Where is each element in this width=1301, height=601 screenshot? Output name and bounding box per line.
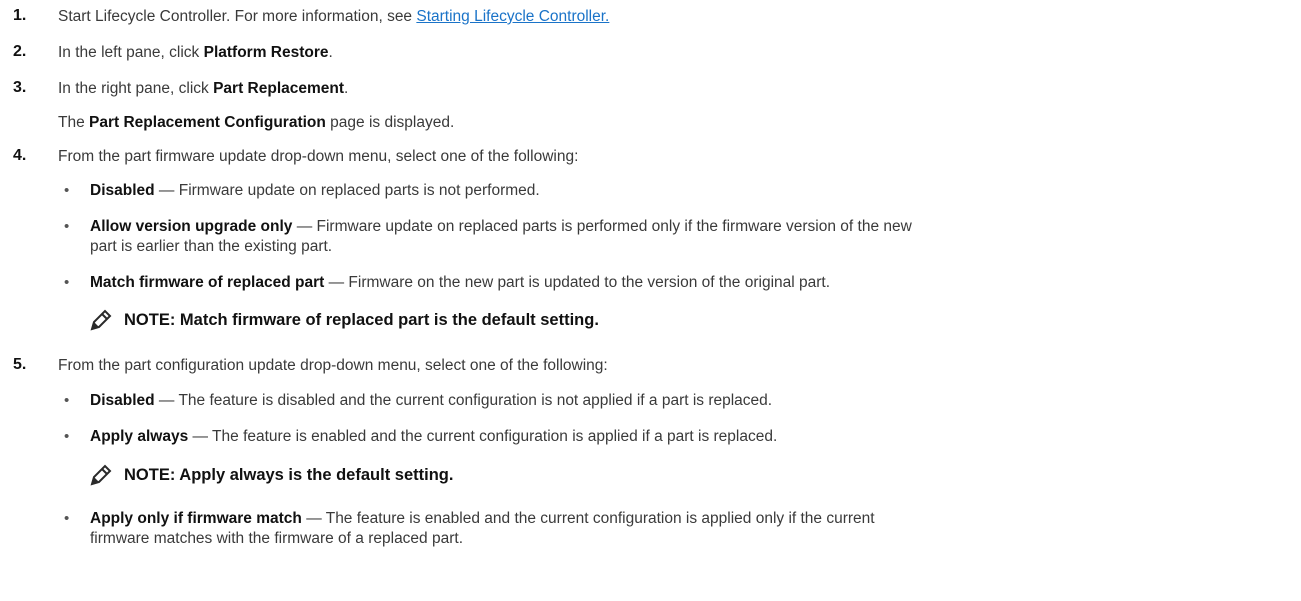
step-text: In the left pane, click Platform Restore… bbox=[58, 44, 333, 62]
step-number: 2. bbox=[13, 43, 27, 60]
option-description: — The feature is enabled and the current… bbox=[301, 510, 875, 527]
step-text-part: In the left pane, click bbox=[58, 44, 204, 61]
step-text-part: In the right pane, click bbox=[58, 80, 214, 97]
option-item: Disabled — Firmware update on replaced p… bbox=[90, 182, 540, 200]
option-name: Apply always bbox=[90, 428, 189, 445]
step-text-part: . bbox=[328, 44, 333, 61]
option-name: Allow version upgrade only bbox=[90, 218, 293, 235]
step-text-part: The bbox=[58, 114, 90, 131]
step-number: 3. bbox=[13, 79, 27, 96]
option-description: — Firmware on the new part is updated to… bbox=[324, 274, 831, 291]
pencil-note-icon bbox=[90, 309, 114, 331]
note-text: NOTE: Apply always is the default settin… bbox=[124, 465, 454, 484]
bullet: • bbox=[64, 218, 70, 235]
step-text-part: Start Lifecycle Controller. For more inf… bbox=[58, 8, 417, 25]
option-name: Disabled bbox=[90, 182, 155, 199]
option-description: — Firmware update on replaced parts is p… bbox=[292, 218, 912, 235]
option-description-continued: firmware matches with the firmware of a … bbox=[90, 530, 463, 547]
note: NOTE: Match firmware of replaced part is… bbox=[90, 309, 599, 331]
option-description-continued: part is earlier than the existing part. bbox=[90, 238, 333, 255]
option-item: Disabled — The feature is disabled and t… bbox=[90, 392, 772, 410]
option-item: Apply only if firmware match — The featu… bbox=[90, 510, 875, 528]
step-number: 4. bbox=[13, 147, 27, 164]
step-text-part: . bbox=[344, 80, 349, 97]
step-text: In the right pane, click Part Replacemen… bbox=[58, 80, 348, 98]
note-text: NOTE: Match firmware of replaced part is… bbox=[124, 310, 599, 329]
option-item: Match firmware of replaced part — Firmwa… bbox=[90, 274, 830, 292]
step-text: From the part firmware update drop-down … bbox=[58, 148, 579, 165]
option-description: — Firmware update on replaced parts is n… bbox=[154, 182, 540, 199]
note: NOTE: Apply always is the default settin… bbox=[90, 464, 453, 486]
pencil-note-icon bbox=[90, 464, 114, 486]
ui-term: Part Replacement Configuration bbox=[89, 114, 326, 131]
option-description: — The feature is disabled and the curren… bbox=[154, 392, 773, 409]
option-description: — The feature is enabled and the current… bbox=[188, 428, 778, 445]
step-number: 5. bbox=[13, 356, 27, 373]
option-item: Apply always — The feature is enabled an… bbox=[90, 428, 777, 446]
option-name: Disabled bbox=[90, 392, 155, 409]
bullet: • bbox=[64, 182, 70, 199]
ui-term: Platform Restore bbox=[203, 44, 329, 61]
bullet: • bbox=[64, 392, 70, 409]
ui-term: Part Replacement bbox=[213, 80, 345, 97]
step-text: From the part configuration update drop-… bbox=[58, 357, 608, 374]
bullet: • bbox=[64, 510, 70, 527]
step-text-part: page is displayed. bbox=[325, 114, 455, 131]
option-name: Match firmware of replaced part bbox=[90, 274, 325, 291]
bullet: • bbox=[64, 428, 70, 445]
step-result-text: The Part Replacement Configuration page … bbox=[58, 114, 454, 132]
step-text: Start Lifecycle Controller. For more inf… bbox=[58, 8, 609, 26]
step-number: 1. bbox=[13, 7, 27, 24]
starting-lifecycle-controller-link[interactable]: Starting Lifecycle Controller. bbox=[416, 8, 609, 25]
option-name: Apply only if firmware match bbox=[90, 510, 302, 527]
bullet: • bbox=[64, 274, 70, 291]
option-item: Allow version upgrade only — Firmware up… bbox=[90, 218, 912, 236]
